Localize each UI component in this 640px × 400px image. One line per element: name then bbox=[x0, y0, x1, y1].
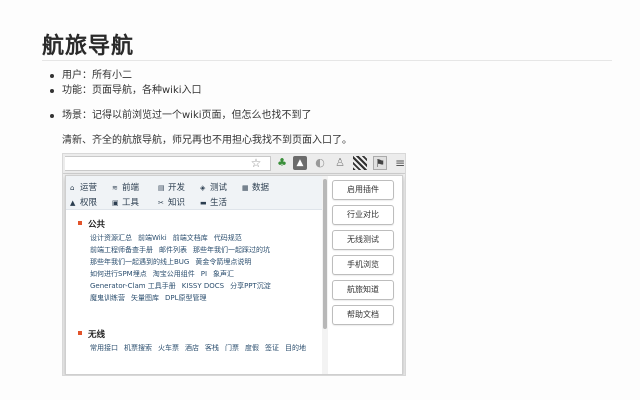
tab-operations[interactable]: ⌂ 运营 bbox=[70, 181, 97, 193]
circle-icon[interactable]: ◐ bbox=[313, 156, 327, 170]
list-item: 场景：记得以前浏览过一个wiki页面，但怎么也找不到了 bbox=[50, 110, 312, 121]
mobile-browse-button[interactable]: 手机浏览 bbox=[332, 255, 394, 275]
list-item: 功能：页面导航，各种wiki入口 bbox=[50, 83, 312, 98]
nav-link[interactable]: 黄金令箭埋点说明 bbox=[195, 258, 251, 266]
nav-link[interactable]: 度假 bbox=[245, 344, 259, 352]
qrcode-icon[interactable] bbox=[353, 156, 367, 170]
nav-link[interactable]: 前端文档库 bbox=[173, 234, 208, 242]
nav-link[interactable]: 客栈 bbox=[205, 344, 219, 352]
tab-tools[interactable]: ▣ 工具 bbox=[112, 196, 139, 208]
tools-icon: ▣ bbox=[112, 199, 119, 207]
section-title: 无线 bbox=[78, 328, 316, 340]
link-list: 设计资源汇总 前端Wiki 前端文档库 代码规范前端工程师备查手册 邮件列表 那些年我们一… bbox=[90, 232, 316, 304]
nav-link[interactable]: 目的地 bbox=[285, 344, 306, 352]
life-icon: ▬ bbox=[200, 199, 207, 207]
tab-permissions[interactable]: ▲ 权限 bbox=[70, 196, 97, 208]
tab-frontend[interactable]: ≋ 前端 bbox=[112, 181, 139, 193]
star-icon[interactable]: ☆ bbox=[249, 156, 263, 170]
nav-link[interactable]: PI bbox=[201, 270, 207, 278]
nav-link[interactable]: 分享PPT沉淀 bbox=[230, 282, 271, 290]
menu-icon[interactable]: ≡ bbox=[393, 156, 405, 170]
page-title: 航旅导航 bbox=[42, 34, 135, 59]
flag-icon[interactable]: ⚑ bbox=[373, 156, 387, 170]
nav-link[interactable]: 那些年我们一起遇到的线上BUG bbox=[90, 258, 189, 266]
data-icon: ▦ bbox=[242, 184, 249, 192]
nav-link[interactable]: 常用接口 bbox=[90, 344, 118, 352]
link-list: 常用接口 机票搜索 火车票 酒店 客栈 门票 度假 签证 目的地 bbox=[90, 342, 316, 354]
nav-link[interactable]: 如何进行SPM埋点 bbox=[90, 270, 147, 278]
nav-link[interactable]: 代码规范 bbox=[214, 234, 242, 242]
nav-link[interactable]: 魔鬼训练营 bbox=[90, 294, 125, 302]
nav-link[interactable]: 前端工程师备查手册 bbox=[90, 246, 153, 254]
description-paragraph: 清新、齐全的航旅导航，师兄再也不用担心我找不到页面入口了。 bbox=[62, 135, 352, 146]
tab-life[interactable]: ▬ 生活 bbox=[200, 196, 227, 208]
title-divider bbox=[42, 60, 612, 61]
nav-link[interactable]: 门票 bbox=[225, 344, 239, 352]
nav-link[interactable]: 那些年我们一起踩过的坑 bbox=[193, 246, 270, 254]
help-docs-button[interactable]: 帮助文档 bbox=[332, 305, 394, 325]
nav-link[interactable]: 前端Wiki bbox=[138, 234, 167, 242]
enable-plugin-button[interactable]: 启用插件 bbox=[332, 180, 394, 200]
industry-compare-button[interactable]: 行业对比 bbox=[332, 205, 394, 225]
tab-knowledge[interactable]: ✂ 知识 bbox=[158, 196, 185, 208]
person-icon[interactable]: ♙ bbox=[333, 156, 347, 170]
nav-link[interactable]: Generator-Clam 工具手册 bbox=[90, 282, 176, 290]
tag-icon: ◈ bbox=[200, 184, 206, 192]
category-tabs: ⌂ 运营 ≋ 前端 ▤ 开发 ◈ 测试 ▦ 数据 ▲ 权限 ▣ 工具 ✂ 知识 ▬ 生活 bbox=[66, 176, 322, 210]
nav-link[interactable]: 设计资源汇总 bbox=[90, 234, 132, 242]
section-title: 公共 bbox=[78, 218, 316, 230]
nav-link[interactable]: KISSY DOCS bbox=[182, 282, 224, 290]
navigation-popup: ⌂ 运营 ≋ 前端 ▤ 开发 ◈ 测试 ▦ 数据 ▲ 权限 ▣ 工具 ✂ 知识 ▬ 生活 公共 设… bbox=[65, 175, 403, 375]
extension-green-icon[interactable]: ♣ bbox=[275, 156, 289, 170]
side-actions: 启用插件 行业对比 无线测试 手机浏览 航旅知道 帮助文档 bbox=[332, 180, 394, 330]
browser-toolbar: ☆ ♣ ▲ ◐ ♙ ⚑ ≡ bbox=[63, 154, 405, 174]
scrollbar-thumb[interactable] bbox=[323, 179, 327, 329]
code-icon: ≋ bbox=[112, 184, 118, 192]
dev-icon: ▤ bbox=[158, 184, 165, 192]
scrollbar[interactable] bbox=[322, 176, 328, 374]
nav-link[interactable]: 邮件列表 bbox=[159, 246, 187, 254]
address-bar[interactable] bbox=[65, 156, 271, 171]
nav-link[interactable]: 机票搜索 bbox=[124, 344, 152, 352]
nav-link[interactable]: DPL原型管理 bbox=[165, 294, 207, 302]
list-item: 用户：所有小二 bbox=[50, 68, 312, 83]
knowledge-icon: ✂ bbox=[158, 199, 164, 207]
feature-list: 用户：所有小二 功能：页面导航，各种wiki入口 场景：记得以前浏览过一个wik… bbox=[50, 68, 312, 123]
nav-link[interactable]: 淘宝公用组件 bbox=[153, 270, 195, 278]
tab-development[interactable]: ▤ 开发 bbox=[158, 181, 185, 193]
lock-icon: ▲ bbox=[70, 199, 76, 207]
section-wireless: 无线 常用接口 机票搜索 火车票 酒店 客栈 门票 度假 签证 目的地 bbox=[78, 328, 316, 354]
image-icon[interactable]: ▲ bbox=[293, 156, 307, 170]
travel-know-button[interactable]: 航旅知道 bbox=[332, 280, 394, 300]
tab-testing[interactable]: ◈ 测试 bbox=[200, 181, 227, 193]
popup-content: ⌂ 运营 ≋ 前端 ▤ 开发 ◈ 测试 ▦ 数据 ▲ 权限 ▣ 工具 ✂ 知识 ▬ 生活 公共 设… bbox=[66, 176, 322, 374]
nav-link[interactable]: 火车票 bbox=[158, 344, 179, 352]
nav-link[interactable]: 矢量图库 bbox=[131, 294, 159, 302]
extension-screenshot: ☆ ♣ ▲ ◐ ♙ ⚑ ≡ ⌂ 运营 ≋ 前端 ▤ 开发 ◈ 测试 ▦ 数据 ▲ 权限 ▣ 工… bbox=[62, 153, 406, 376]
wireless-test-button[interactable]: 无线测试 bbox=[332, 230, 394, 250]
home-icon: ⌂ bbox=[70, 184, 75, 192]
nav-link[interactable]: 象声汇 bbox=[213, 270, 234, 278]
nav-link[interactable]: 签证 bbox=[265, 344, 279, 352]
section-public: 公共 设计资源汇总 前端Wiki 前端文档库 代码规范前端工程师备查手册 邮件列表 那些年… bbox=[78, 218, 316, 304]
tab-data[interactable]: ▦ 数据 bbox=[242, 181, 269, 193]
nav-link[interactable]: 酒店 bbox=[185, 344, 199, 352]
